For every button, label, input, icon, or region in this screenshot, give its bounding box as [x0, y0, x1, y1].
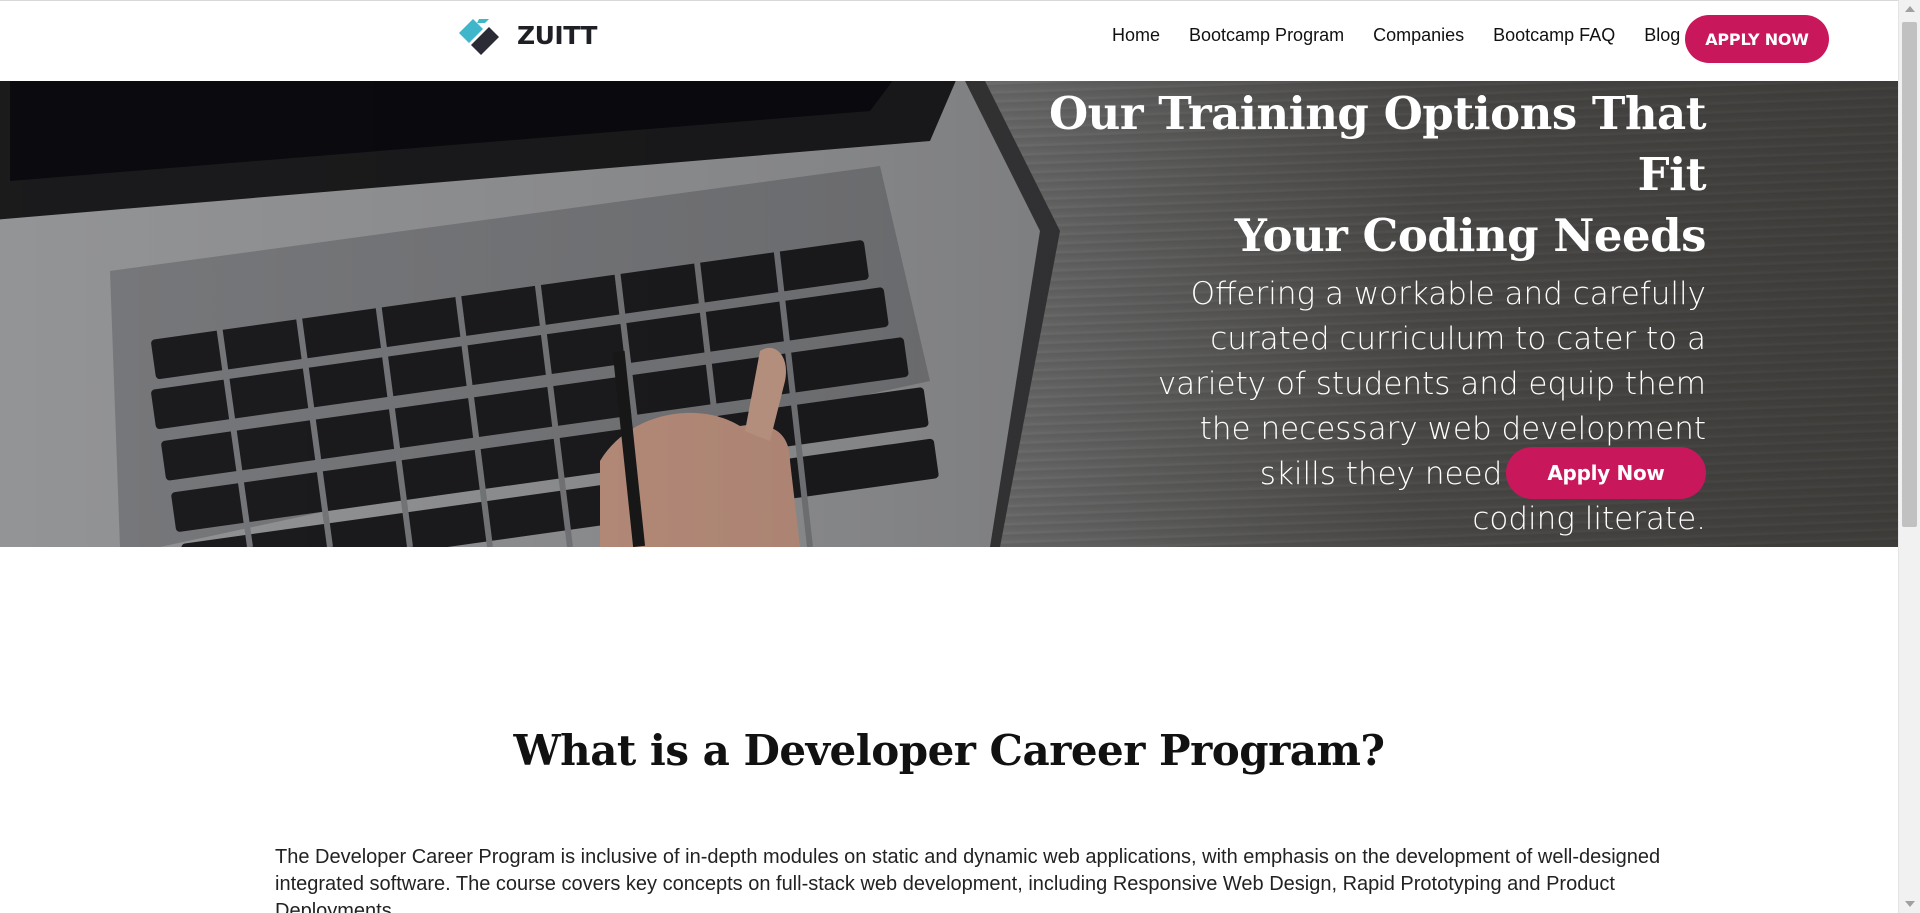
nav-bootcamp-program[interactable]: Bootcamp Program — [1189, 25, 1344, 46]
zuitt-logo-icon — [459, 19, 499, 55]
brand-logo[interactable]: ZUITT — [455, 13, 597, 57]
scroll-up-icon[interactable] — [1905, 6, 1915, 12]
logo-text: ZUITT — [517, 20, 597, 50]
hero-banner: Our Training Options That Fit Your Codin… — [0, 81, 1898, 547]
nav-bootcamp-faq[interactable]: Bootcamp FAQ — [1493, 25, 1615, 46]
hero-title-line2: Your Coding Needs — [1234, 209, 1707, 262]
navbar: ZUITT Home Bootcamp Program Companies Bo… — [0, 0, 1898, 81]
hero-title-line1: Our Training Options That Fit — [1048, 87, 1707, 201]
hero-apply-button[interactable]: Apply Now — [1506, 447, 1706, 499]
hero-title: Our Training Options That Fit Your Codin… — [986, 83, 1707, 266]
hero-subtitle: Offering a workable and carefully curate… — [1157, 276, 1706, 537]
nav-companies[interactable]: Companies — [1373, 25, 1464, 46]
section-body: The Developer Career Program is inclusiv… — [275, 846, 1661, 913]
section-title: What is a Developer Career Program? — [513, 726, 1385, 775]
nav-blog[interactable]: Blog — [1644, 25, 1680, 46]
scroll-down-icon[interactable] — [1905, 901, 1915, 907]
main-nav: Home Bootcamp Program Companies Bootcamp… — [1112, 25, 1680, 46]
apply-now-button[interactable]: APPLY NOW — [1685, 15, 1829, 63]
scroll-thumb[interactable] — [1902, 22, 1917, 527]
nav-home[interactable]: Home — [1112, 25, 1160, 46]
page-scrollbar[interactable] — [1898, 0, 1920, 913]
